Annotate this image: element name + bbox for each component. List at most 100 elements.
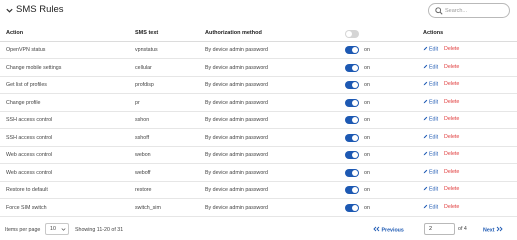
showing-range-text: Showing 11-20 of 31 (75, 227, 124, 233)
rule-enable-toggle[interactable] (345, 46, 359, 54)
delete-button[interactable]: Delete (444, 169, 459, 175)
page-total-text: of 4 (458, 226, 467, 232)
table-row: SSH access control sshoff By device admin … (0, 130, 517, 147)
rule-enable-toggle[interactable] (345, 98, 359, 107)
edit-button[interactable]: Edit (423, 99, 438, 105)
delete-button[interactable]: Delete (444, 64, 459, 70)
previous-page-button[interactable]: Previous (373, 226, 404, 234)
rule-action: Restore to default (6, 187, 48, 193)
edit-button[interactable]: Edit (423, 169, 439, 175)
delete-button[interactable]: Delete (444, 99, 459, 105)
column-header-actions: Actions (423, 30, 444, 36)
rule-enable-toggle[interactable] (345, 81, 359, 89)
double-chevron-right-icon (496, 226, 503, 232)
delete-button[interactable]: Delete (444, 46, 459, 52)
toggle-state-label: on (364, 64, 370, 71)
rule-auth-method: By device admin password (205, 152, 269, 158)
edit-label: Edit (429, 186, 439, 193)
chevron-down-icon[interactable] (5, 6, 14, 15)
table-row: Change mobile settings cellular By device … (0, 60, 517, 77)
table-row: SSH access control sshon By device admin p… (0, 112, 517, 129)
master-enable-toggle[interactable] (345, 30, 359, 38)
table-row: Get list of profiles profdisp By device ad… (0, 77, 517, 94)
rule-auth-method: By device admin password (205, 47, 269, 53)
delete-button[interactable]: Delete (444, 116, 459, 122)
edit-label: Edit (429, 64, 439, 70)
rule-action: Change profile (6, 99, 41, 106)
delete-button[interactable]: Delete (444, 151, 459, 157)
rule-action: Force SIM switch (6, 204, 47, 211)
rule-action: Web access control (6, 169, 53, 176)
edit-label: Edit (429, 134, 439, 140)
rule-sms-text: sshoff (135, 134, 150, 141)
table-row: Restore to default restore By device admin… (0, 182, 517, 199)
rule-action: SSH access control (6, 134, 53, 141)
toggle-state-label: on (364, 134, 370, 141)
rule-sms-text: vpnstatus (135, 47, 158, 53)
edit-button[interactable]: Edit (423, 134, 439, 140)
rule-auth-method: By device admin password (205, 187, 269, 193)
rule-enable-toggle[interactable] (345, 133, 359, 142)
toggle-state-label: on (364, 204, 370, 211)
toggle-state-label: on (364, 169, 370, 176)
delete-button[interactable]: Delete (444, 186, 459, 192)
toggle-state-label: on (364, 117, 370, 123)
pencil-icon (423, 134, 428, 138)
rule-sms-text: restore (135, 187, 152, 193)
edit-label: Edit (429, 46, 439, 53)
rule-action: Get list of profiles (6, 82, 47, 88)
next-page-button[interactable]: Next (483, 226, 503, 234)
edit-button[interactable]: Edit (423, 204, 438, 210)
search-box[interactable] (428, 3, 510, 18)
rule-action: SSH access control (6, 117, 53, 123)
edit-label: Edit (429, 169, 439, 175)
toggle-state-label: on (364, 99, 370, 106)
edit-button[interactable]: Edit (423, 81, 438, 88)
rule-enable-toggle[interactable] (345, 116, 359, 124)
rule-action: OpenVPN status (6, 47, 46, 53)
rule-enable-toggle[interactable] (345, 203, 359, 212)
edit-button[interactable]: Edit (423, 116, 438, 123)
pencil-icon (423, 99, 428, 103)
rule-enable-toggle[interactable] (345, 168, 359, 177)
toggle-state-label: on (364, 152, 370, 158)
rule-sms-text: profdisp (135, 82, 154, 88)
rule-auth-method: By device admin password (205, 204, 269, 211)
page-number-box[interactable] (424, 223, 455, 235)
edit-button[interactable]: Edit (423, 186, 438, 193)
rule-sms-text: sshon (135, 117, 150, 123)
rule-auth-method: By device admin password (205, 64, 269, 71)
search-input[interactable] (445, 5, 507, 16)
edit-button[interactable]: Edit (423, 151, 438, 158)
rule-action: Web access control (6, 152, 53, 158)
page-number-input[interactable] (425, 224, 454, 234)
rule-auth-method: By device admin password (205, 117, 269, 123)
table-row: Force SIM switch switch_sim By device admi… (0, 200, 517, 217)
next-label: Next (483, 227, 495, 234)
table-row: Web access control webon By device admin p… (0, 147, 517, 164)
chevron-down-icon (61, 228, 66, 231)
page-header: SMS Rules (0, 0, 517, 22)
pagination-bar: Items per page 10 Showing 11-20 of 31 Pr… (0, 222, 517, 238)
edit-button[interactable]: Edit (423, 64, 439, 70)
pencil-icon (423, 116, 428, 121)
delete-button[interactable]: Delete (444, 134, 459, 140)
toggle-state-label: on (364, 47, 370, 53)
column-header-authorization: Authorization method (205, 30, 262, 36)
delete-button[interactable]: Delete (444, 204, 459, 210)
column-header-action: Action (6, 30, 24, 36)
delete-button[interactable]: Delete (444, 81, 459, 87)
toggle-state-label: on (364, 187, 370, 193)
pencil-icon (423, 169, 428, 173)
rule-action: Change mobile settings (6, 64, 62, 71)
previous-label: Previous (381, 227, 404, 234)
rule-enable-toggle[interactable] (345, 63, 359, 72)
items-per-page-select[interactable]: 10 (45, 223, 69, 235)
edit-label: Edit (429, 151, 439, 158)
items-per-page-value: 10 (50, 226, 56, 232)
rule-sms-text: pr (135, 99, 140, 106)
rule-enable-toggle[interactable] (345, 151, 359, 159)
table-row: OpenVPN status vpnstatus By device admin p… (0, 42, 517, 59)
edit-button[interactable]: Edit (423, 46, 438, 53)
rule-enable-toggle[interactable] (345, 186, 359, 194)
